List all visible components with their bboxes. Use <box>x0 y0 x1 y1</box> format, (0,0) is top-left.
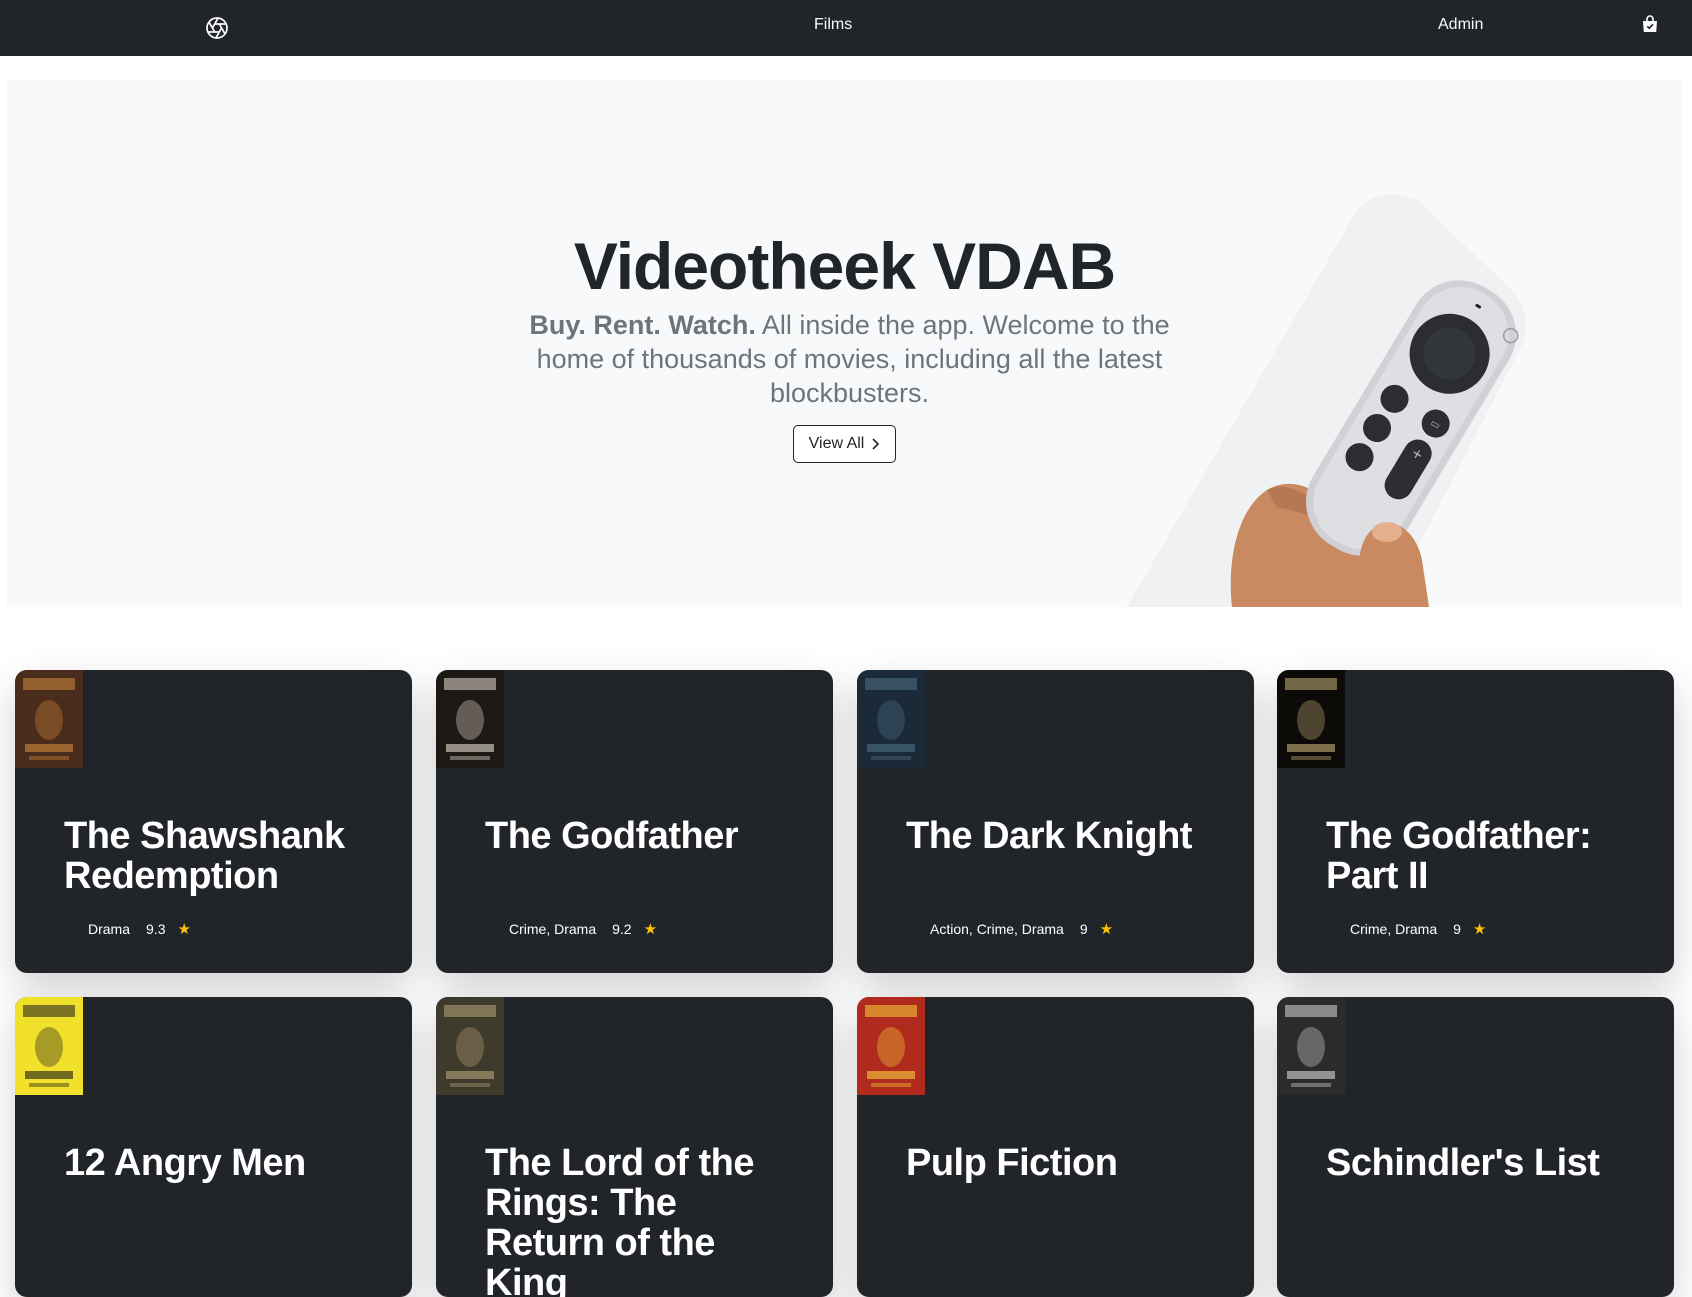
film-rating: 9.2 <box>612 921 632 937</box>
film-title: Pulp Fiction <box>906 1142 1118 1184</box>
film-card[interactable]: Pulp Fiction <box>857 997 1254 1297</box>
film-poster <box>857 670 925 768</box>
film-poster <box>1277 670 1345 768</box>
film-poster <box>1277 997 1345 1095</box>
film-title: The Godfather: Part II <box>1326 815 1592 897</box>
film-card[interactable]: 12 Angry Men <box>15 997 412 1297</box>
film-card[interactable]: Schindler's List <box>1277 997 1674 1297</box>
hero-section: ▭ + Videotheek VDAB Buy. Rent. Watch. Al… <box>7 80 1682 607</box>
top-navbar: Films Admin <box>0 0 1692 56</box>
film-title: Schindler's List <box>1326 1142 1600 1184</box>
view-all-label: View All <box>808 435 865 452</box>
film-rating: 9.3 <box>146 921 166 937</box>
film-meta: Crime, Drama 9 ★ <box>1350 920 1486 938</box>
film-title: The Godfather <box>485 815 739 857</box>
film-meta: Drama 9.3 ★ <box>88 920 191 938</box>
hero-title: Videotheek VDAB <box>573 229 1116 303</box>
film-meta: Crime, Drama 9.2 ★ <box>509 920 657 938</box>
view-all-button[interactable]: View All <box>793 425 896 463</box>
hero-lead-bold: Buy. Rent. Watch. <box>529 310 756 340</box>
star-icon: ★ <box>177 921 191 938</box>
film-poster <box>15 670 83 768</box>
film-rating: 9 <box>1453 921 1461 937</box>
film-poster <box>436 997 504 1095</box>
film-genres: Drama <box>88 921 131 937</box>
film-card[interactable]: The Godfather: Part II Crime, Drama 9 ★ <box>1277 670 1674 973</box>
shopping-bag-icon[interactable] <box>1642 15 1660 35</box>
nav-link-films[interactable]: Films <box>814 16 852 34</box>
film-genres: Crime, Drama <box>509 921 597 937</box>
film-card[interactable]: The Shawshank Redemption Drama 9.3 ★ <box>15 670 412 973</box>
film-title: The Shawshank Redemption <box>64 815 345 897</box>
film-title: 12 Angry Men <box>64 1142 306 1184</box>
hero-lead: Buy. Rent. Watch. All inside the app. We… <box>517 308 1182 410</box>
film-title: The Dark Knight <box>906 815 1192 857</box>
film-genres: Action, Crime, Drama <box>930 921 1064 937</box>
film-card[interactable]: The Lord of the Rings: The Return of the… <box>436 997 833 1297</box>
film-poster <box>857 997 925 1095</box>
film-meta: Action, Crime, Drama 9 ★ <box>930 920 1113 938</box>
nav-link-admin[interactable]: Admin <box>1438 16 1483 34</box>
star-icon: ★ <box>1099 921 1114 938</box>
star-icon: ★ <box>643 921 658 938</box>
film-rating: 9 <box>1079 921 1088 937</box>
film-title: The Lord of the Rings: The Return of the… <box>485 1142 755 1297</box>
film-poster <box>436 670 504 768</box>
chevron-right-icon <box>872 438 880 450</box>
film-card[interactable]: The Dark Knight Action, Crime, Drama 9 ★ <box>857 670 1254 973</box>
film-card[interactable]: The Godfather Crime, Drama 9.2 ★ <box>436 670 833 973</box>
star-icon: ★ <box>1472 921 1487 938</box>
aperture-icon[interactable] <box>204 15 230 41</box>
film-genres: Crime, Drama <box>1350 921 1438 937</box>
film-poster <box>15 997 83 1095</box>
